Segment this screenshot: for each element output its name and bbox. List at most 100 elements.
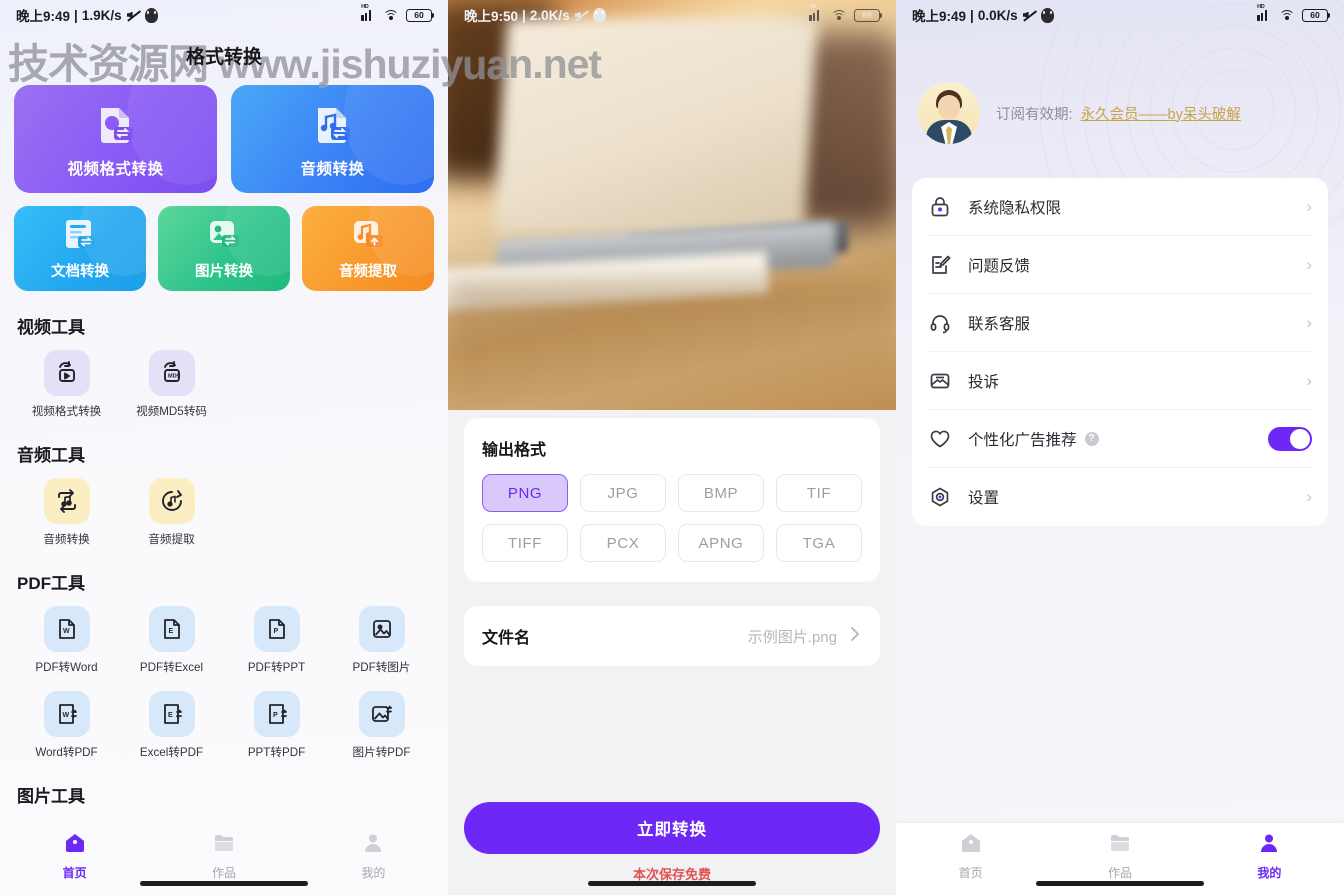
status-bar-left: 晚上9:50 | 2.0K/s bbox=[464, 5, 606, 25]
tool-label: 视频MD5转码 bbox=[136, 405, 207, 418]
tool-ppt-to-pdf[interactable]: P PPT转PDF bbox=[224, 691, 329, 760]
menu-item-support[interactable]: 联系客服 › bbox=[928, 294, 1312, 352]
status-separator: | bbox=[522, 7, 526, 23]
status-separator: | bbox=[74, 7, 78, 23]
chevron-right-icon: › bbox=[1306, 312, 1312, 332]
chevron-right-icon: › bbox=[1306, 196, 1312, 216]
image-to-pdf-icon bbox=[358, 691, 405, 737]
tool-label: Word转PDF bbox=[35, 746, 98, 759]
format-option-jpg[interactable]: JPG bbox=[580, 474, 666, 512]
card-document-convert[interactable]: 文档转换 bbox=[14, 206, 146, 291]
lock-icon bbox=[928, 195, 952, 219]
tool-excel-to-pdf[interactable]: E Excel转PDF bbox=[119, 691, 224, 760]
format-option-bmp[interactable]: BMP bbox=[678, 474, 764, 512]
status-bar-left: 晚上9:49 | 1.9K/s bbox=[16, 5, 158, 25]
output-format-card: 输出格式 PNG JPG BMP TIF TIFF PCX APNG TGA bbox=[464, 418, 880, 582]
menu-item-complaint[interactable]: 投诉 › bbox=[928, 352, 1312, 410]
wifi-icon bbox=[382, 9, 399, 22]
tool-video-format-convert[interactable]: 视频格式转换 bbox=[14, 350, 119, 419]
folder-icon bbox=[212, 831, 236, 860]
menu-item-feedback[interactable]: 问题反馈 › bbox=[928, 236, 1312, 294]
nav-item-home[interactable]: 首页 bbox=[896, 831, 1045, 881]
tool-label: 音频提取 bbox=[148, 533, 195, 546]
ppt-to-pdf-icon: P bbox=[253, 691, 300, 737]
tool-pdf-to-image[interactable]: PDF转图片 bbox=[329, 606, 434, 675]
home-icon bbox=[959, 831, 983, 860]
desk-surface bbox=[448, 280, 896, 410]
nav-item-home[interactable]: 首页 bbox=[0, 831, 149, 881]
battery-level: 60 bbox=[1310, 10, 1320, 20]
tool-label: PDF转Word bbox=[35, 661, 98, 674]
nav-item-works[interactable]: 作品 bbox=[1045, 831, 1194, 881]
menu-item-privacy[interactable]: 系统隐私权限 › bbox=[928, 178, 1312, 236]
output-format-title: 输出格式 bbox=[482, 442, 547, 459]
chevron-right-icon: › bbox=[1306, 254, 1312, 274]
svg-text:E: E bbox=[168, 712, 173, 719]
card-audio-extract[interactable]: 音频提取 bbox=[302, 206, 434, 291]
card-audio-convert[interactable]: 音频转换 bbox=[231, 85, 434, 193]
convert-button[interactable]: 立即转换 bbox=[464, 802, 880, 854]
format-option-tga[interactable]: TGA bbox=[776, 524, 862, 562]
personalized-ads-toggle[interactable] bbox=[1268, 426, 1312, 451]
filename-value: 示例图片.png bbox=[747, 628, 837, 646]
nav-item-mine[interactable]: 我的 bbox=[299, 831, 448, 881]
battery-icon: 60 bbox=[406, 8, 435, 22]
svg-text:E: E bbox=[168, 628, 173, 635]
pdf-to-excel-icon: E bbox=[148, 606, 195, 652]
status-network-speed: 0.0K/s bbox=[977, 7, 1018, 23]
tool-audio-extract[interactable]: 音频提取 bbox=[119, 478, 224, 547]
tool-label: Excel转PDF bbox=[139, 746, 204, 759]
battery-level: 60 bbox=[414, 10, 424, 20]
section-title-image: 图片工具 bbox=[17, 787, 85, 806]
nav-item-works[interactable]: 作品 bbox=[149, 831, 298, 881]
nav-item-mine[interactable]: 我的 bbox=[1195, 831, 1344, 881]
chevron-right-icon bbox=[849, 625, 862, 647]
menu-item-personalized-ads[interactable]: 个性化广告推荐 ? bbox=[928, 410, 1312, 468]
filename-label: 文件名 bbox=[482, 630, 531, 647]
mute-icon bbox=[574, 9, 589, 22]
format-option-pcx[interactable]: PCX bbox=[580, 524, 666, 562]
tool-pdf-to-ppt[interactable]: P PDF转PPT bbox=[224, 606, 329, 675]
preview-image[interactable] bbox=[448, 0, 896, 410]
status-time: 晚上9:49 bbox=[16, 9, 71, 24]
video-md5-icon: MD5 bbox=[148, 350, 195, 396]
tool-word-to-pdf[interactable]: W Word转PDF bbox=[14, 691, 119, 760]
home-indicator bbox=[588, 881, 756, 886]
status-time: 晚上9:50 bbox=[464, 9, 519, 24]
menu-item-label: 系统隐私权限 bbox=[968, 199, 1062, 217]
subscription-line: 订阅有效期: 永久会员——by呆头破解 bbox=[996, 103, 1241, 124]
nav-label: 我的 bbox=[361, 866, 386, 880]
format-option-tiff[interactable]: TIFF bbox=[482, 524, 568, 562]
avatar[interactable] bbox=[918, 82, 980, 144]
tool-audio-convert[interactable]: 音频转换 bbox=[14, 478, 119, 547]
filename-row[interactable]: 文件名 示例图片.png bbox=[464, 606, 880, 666]
tool-pdf-to-word[interactable]: W PDF转Word bbox=[14, 606, 119, 675]
status-bar: 晚上9:50 | 2.0K/s HD 69 bbox=[448, 0, 896, 30]
help-icon[interactable]: ? bbox=[1084, 431, 1099, 446]
tool-video-md5[interactable]: MD5 视频MD5转码 bbox=[119, 350, 224, 419]
secondary-card-grid: 文档转换 图片转换 音频提取 bbox=[14, 206, 434, 291]
tool-label: 音频转换 bbox=[43, 533, 90, 546]
home-content: 视频格式转换 音频转换 文档转换 图片转换 音频提取 视频工具 视频格式转换 M… bbox=[0, 69, 448, 807]
menu-item-settings[interactable]: 设置 › bbox=[928, 468, 1312, 526]
chevron-right-icon: › bbox=[1306, 370, 1312, 390]
mute-icon bbox=[1022, 9, 1037, 22]
format-option-tif[interactable]: TIF bbox=[776, 474, 862, 512]
screen-home: 晚上9:49 | 1.9K/s HD 60 格式转换 视频格式转换 音频转换 文… bbox=[0, 0, 448, 895]
card-video-format-convert[interactable]: 视频格式转换 bbox=[14, 85, 217, 193]
subscription-value[interactable]: 永久会员——by呆头破解 bbox=[1081, 103, 1241, 124]
tool-image-to-pdf[interactable]: 图片转PDF bbox=[329, 691, 434, 760]
headset-icon bbox=[928, 311, 952, 335]
status-time: 晚上9:49 bbox=[912, 9, 967, 24]
mute-icon bbox=[126, 9, 141, 22]
format-option-apng[interactable]: APNG bbox=[678, 524, 764, 562]
tool-pdf-to-excel[interactable]: E PDF转Excel bbox=[119, 606, 224, 675]
card-label: 音频转换 bbox=[300, 161, 365, 178]
page-title: 格式转换 bbox=[185, 47, 262, 68]
card-image-convert[interactable]: 图片转换 bbox=[158, 206, 290, 291]
status-network-speed: 1.9K/s bbox=[81, 7, 122, 23]
image-convert-icon bbox=[204, 216, 244, 261]
card-label: 视频格式转换 bbox=[67, 161, 164, 178]
format-option-png[interactable]: PNG bbox=[482, 474, 568, 512]
primary-card-grid: 视频格式转换 音频转换 bbox=[14, 85, 434, 193]
